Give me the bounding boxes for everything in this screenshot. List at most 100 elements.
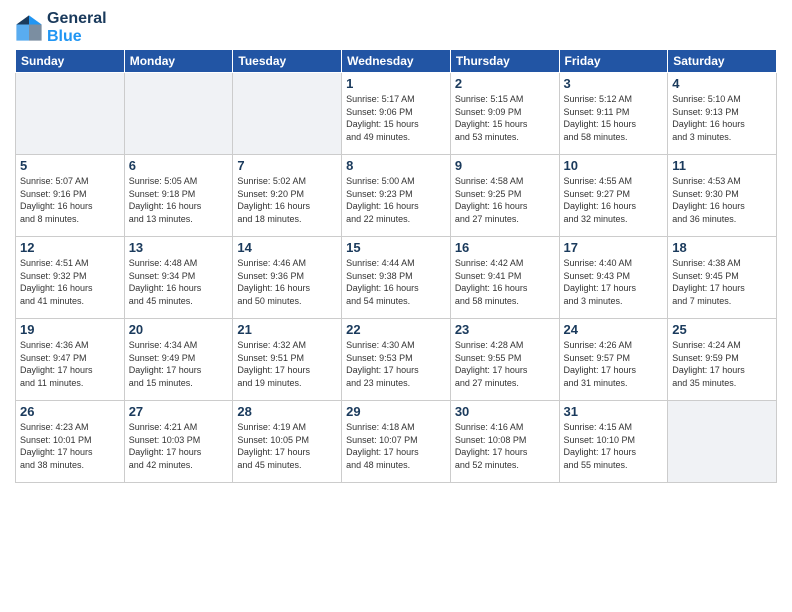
day-number: 23: [455, 322, 555, 337]
day-info: Sunrise: 4:48 AM Sunset: 9:34 PM Dayligh…: [129, 257, 229, 307]
calendar-cell: 18Sunrise: 4:38 AM Sunset: 9:45 PM Dayli…: [668, 237, 777, 319]
calendar-week-row: 19Sunrise: 4:36 AM Sunset: 9:47 PM Dayli…: [16, 319, 777, 401]
day-number: 4: [672, 76, 772, 91]
day-number: 3: [564, 76, 664, 91]
day-number: 28: [237, 404, 337, 419]
calendar-cell: [668, 401, 777, 483]
day-number: 6: [129, 158, 229, 173]
day-number: 17: [564, 240, 664, 255]
calendar-cell: 7 Sunrise: 5:02 AM Sunset: 9:20 PM Daylig…: [233, 155, 342, 237]
day-info: Sunrise: 5:07 AM Sunset: 9:16 PM Dayligh…: [20, 175, 120, 225]
day-info: Sunrise: 4:32 AM Sunset: 9:51 PM Dayligh…: [237, 339, 337, 389]
day-number: 25: [672, 322, 772, 337]
day-info: Sunrise: 4:26 AM Sunset: 9:57 PM Dayligh…: [564, 339, 664, 389]
logo: General Blue: [15, 10, 107, 45]
day-info: Sunrise: 4:44 AM Sunset: 9:38 PM Dayligh…: [346, 257, 446, 307]
day-number: 1: [346, 76, 446, 91]
day-info: Sunrise: 5:10 AM Sunset: 9:13 PM Dayligh…: [672, 93, 772, 143]
calendar-cell: [16, 73, 125, 155]
day-info: Sunrise: 4:16 AM Sunset: 10:08 PM Daylig…: [455, 421, 555, 471]
day-number: 19: [20, 322, 120, 337]
calendar-cell: 4 Sunrise: 5:10 AM Sunset: 9:13 PM Daylig…: [668, 73, 777, 155]
logo-text: General Blue: [47, 10, 107, 45]
day-number: 29: [346, 404, 446, 419]
header: General Blue: [15, 10, 777, 45]
day-number: 15: [346, 240, 446, 255]
day-number: 14: [237, 240, 337, 255]
day-number: 2: [455, 76, 555, 91]
calendar-header-saturday: Saturday: [668, 50, 777, 73]
day-info: Sunrise: 5:15 AM Sunset: 9:09 PM Dayligh…: [455, 93, 555, 143]
calendar-cell: [233, 73, 342, 155]
day-info: Sunrise: 4:58 AM Sunset: 9:25 PM Dayligh…: [455, 175, 555, 225]
day-number: 10: [564, 158, 664, 173]
calendar-cell: 23 Sunrise: 4:28 AM Sunset: 9:55 PM Dayli…: [450, 319, 559, 401]
calendar-cell: 9 Sunrise: 4:58 AM Sunset: 9:25 PM Daylig…: [450, 155, 559, 237]
day-number: 9: [455, 158, 555, 173]
calendar-cell: 27Sunrise: 4:21 AM Sunset: 10:03 PM Dayl…: [124, 401, 233, 483]
day-number: 22: [346, 322, 446, 337]
day-info: Sunrise: 4:28 AM Sunset: 9:55 PM Dayligh…: [455, 339, 555, 389]
logo-icon: [15, 14, 43, 42]
day-number: 26: [20, 404, 120, 419]
day-info: Sunrise: 4:53 AM Sunset: 9:30 PM Dayligh…: [672, 175, 772, 225]
calendar-table: SundayMondayTuesdayWednesdayThursdayFrid…: [15, 49, 777, 483]
day-number: 13: [129, 240, 229, 255]
calendar-cell: 12 Sunrise: 4:51 AM Sunset: 9:32 PM Dayli…: [16, 237, 125, 319]
day-number: 11: [672, 158, 772, 173]
day-info: Sunrise: 5:17 AM Sunset: 9:06 PM Dayligh…: [346, 93, 446, 143]
day-number: 16: [455, 240, 555, 255]
calendar-cell: 20 Sunrise: 4:34 AM Sunset: 9:49 PM Dayli…: [124, 319, 233, 401]
page-container: General Blue SundayMondayTuesdayWednesda…: [0, 0, 792, 488]
calendar-cell: 22 Sunrise: 4:30 AM Sunset: 9:53 PM Dayli…: [342, 319, 451, 401]
calendar-header-tuesday: Tuesday: [233, 50, 342, 73]
calendar-cell: 10Sunrise: 4:55 AM Sunset: 9:27 PM Dayli…: [559, 155, 668, 237]
day-info: Sunrise: 4:51 AM Sunset: 9:32 PM Dayligh…: [20, 257, 120, 307]
day-info: Sunrise: 4:19 AM Sunset: 10:05 PM Daylig…: [237, 421, 337, 471]
day-info: Sunrise: 4:15 AM Sunset: 10:10 PM Daylig…: [564, 421, 664, 471]
day-info: Sunrise: 5:12 AM Sunset: 9:11 PM Dayligh…: [564, 93, 664, 143]
day-info: Sunrise: 4:34 AM Sunset: 9:49 PM Dayligh…: [129, 339, 229, 389]
calendar-cell: 24Sunrise: 4:26 AM Sunset: 9:57 PM Dayli…: [559, 319, 668, 401]
calendar-cell: 17 Sunrise: 4:40 AM Sunset: 9:43 PM Dayli…: [559, 237, 668, 319]
day-number: 12: [20, 240, 120, 255]
calendar-cell: 13 Sunrise: 4:48 AM Sunset: 9:34 PM Dayli…: [124, 237, 233, 319]
calendar-cell: 26 Sunrise: 4:23 AM Sunset: 10:01 PM Dayl…: [16, 401, 125, 483]
calendar-cell: 5 Sunrise: 5:07 AM Sunset: 9:16 PM Daylig…: [16, 155, 125, 237]
calendar-week-row: 12 Sunrise: 4:51 AM Sunset: 9:32 PM Dayli…: [16, 237, 777, 319]
calendar-cell: 15 Sunrise: 4:44 AM Sunset: 9:38 PM Dayli…: [342, 237, 451, 319]
day-number: 20: [129, 322, 229, 337]
day-info: Sunrise: 5:02 AM Sunset: 9:20 PM Dayligh…: [237, 175, 337, 225]
calendar-cell: 16 Sunrise: 4:42 AM Sunset: 9:41 PM Dayli…: [450, 237, 559, 319]
calendar-cell: [124, 73, 233, 155]
calendar-cell: 6 Sunrise: 5:05 AM Sunset: 9:18 PM Daylig…: [124, 155, 233, 237]
calendar-cell: 8Sunrise: 5:00 AM Sunset: 9:23 PM Daylig…: [342, 155, 451, 237]
calendar-cell: 29 Sunrise: 4:18 AM Sunset: 10:07 PM Dayl…: [342, 401, 451, 483]
calendar-cell: 28 Sunrise: 4:19 AM Sunset: 10:05 PM Dayl…: [233, 401, 342, 483]
day-info: Sunrise: 4:21 AM Sunset: 10:03 PM Daylig…: [129, 421, 229, 471]
day-number: 8: [346, 158, 446, 173]
day-info: Sunrise: 4:42 AM Sunset: 9:41 PM Dayligh…: [455, 257, 555, 307]
day-info: Sunrise: 4:23 AM Sunset: 10:01 PM Daylig…: [20, 421, 120, 471]
day-number: 21: [237, 322, 337, 337]
calendar-cell: 14Sunrise: 4:46 AM Sunset: 9:36 PM Dayli…: [233, 237, 342, 319]
day-info: Sunrise: 4:30 AM Sunset: 9:53 PM Dayligh…: [346, 339, 446, 389]
calendar-header-monday: Monday: [124, 50, 233, 73]
calendar-header-friday: Friday: [559, 50, 668, 73]
day-number: 18: [672, 240, 772, 255]
day-number: 30: [455, 404, 555, 419]
day-number: 5: [20, 158, 120, 173]
calendar-week-row: 26 Sunrise: 4:23 AM Sunset: 10:01 PM Dayl…: [16, 401, 777, 483]
calendar-cell: 25Sunrise: 4:24 AM Sunset: 9:59 PM Dayli…: [668, 319, 777, 401]
calendar-cell: 2 Sunrise: 5:15 AM Sunset: 9:09 PM Daylig…: [450, 73, 559, 155]
calendar-week-row: 5 Sunrise: 5:07 AM Sunset: 9:16 PM Daylig…: [16, 155, 777, 237]
day-info: Sunrise: 5:05 AM Sunset: 9:18 PM Dayligh…: [129, 175, 229, 225]
calendar-cell: 31Sunrise: 4:15 AM Sunset: 10:10 PM Dayl…: [559, 401, 668, 483]
calendar-header-row: SundayMondayTuesdayWednesdayThursdayFrid…: [16, 50, 777, 73]
calendar-cell: 19Sunrise: 4:36 AM Sunset: 9:47 PM Dayli…: [16, 319, 125, 401]
calendar-header-wednesday: Wednesday: [342, 50, 451, 73]
calendar-cell: 30 Sunrise: 4:16 AM Sunset: 10:08 PM Dayl…: [450, 401, 559, 483]
day-info: Sunrise: 4:18 AM Sunset: 10:07 PM Daylig…: [346, 421, 446, 471]
day-number: 7: [237, 158, 337, 173]
day-info: Sunrise: 4:40 AM Sunset: 9:43 PM Dayligh…: [564, 257, 664, 307]
